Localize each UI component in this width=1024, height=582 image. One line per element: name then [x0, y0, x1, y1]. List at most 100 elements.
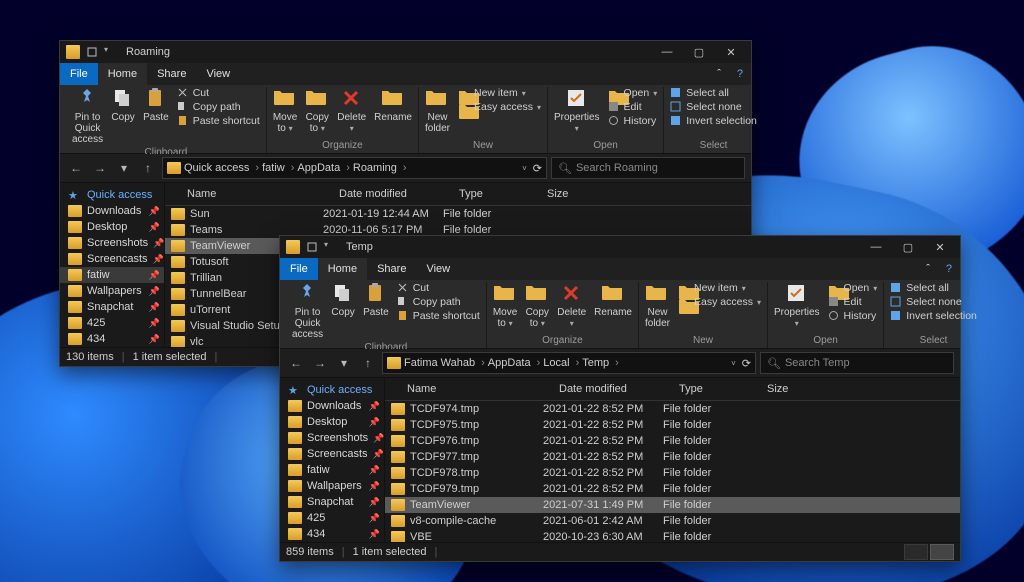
sidebar-item[interactable]: Desktop📌 [60, 219, 164, 235]
tab-file[interactable]: File [280, 258, 318, 280]
sidebar-item[interactable]: 425📌 [60, 315, 164, 331]
delete-button[interactable]: Delete▾ [557, 282, 586, 329]
explorer-window-temp[interactable]: ▾ Temp — ▢ ✕ File Home Share View ˆ ? Pi… [279, 235, 961, 562]
help-icon[interactable]: ? [729, 63, 751, 85]
easy-access-button[interactable]: Easy access ▾ [678, 296, 761, 308]
copy-to-button[interactable]: Copy to ▾ [305, 87, 329, 134]
tab-share[interactable]: Share [147, 63, 196, 85]
crumb[interactable]: Fatima Wahab [404, 357, 485, 369]
crumb[interactable]: Local [543, 357, 579, 369]
table-row[interactable]: TCDF975.tmp 2021-01-22 8:52 PM File fold… [385, 417, 960, 433]
paste-shortcut-button[interactable]: Paste shortcut [177, 115, 260, 127]
nav-forward-icon[interactable]: → [310, 356, 330, 370]
close-button[interactable]: ✕ [717, 42, 745, 62]
nav-up-icon[interactable]: ↑ [358, 356, 378, 370]
invert-selection-button[interactable]: Invert selection [670, 115, 757, 127]
history-button[interactable]: History [608, 115, 658, 127]
sidebar-item[interactable]: Snapchat📌 [60, 299, 164, 315]
copy-button[interactable]: Copy [331, 282, 355, 318]
paste-button[interactable]: Paste [363, 282, 389, 318]
sidebar-item[interactable]: Screencasts📌 [60, 251, 164, 267]
column-headers[interactable]: Name Date modified Type Size [385, 378, 960, 401]
new-item-button[interactable]: New item ▾ [678, 282, 761, 294]
sidebar-item[interactable]: 425📌 [280, 510, 384, 526]
titlebar[interactable]: ▾ Roaming — ▢ ✕ [60, 41, 751, 63]
move-to-button[interactable]: Move to ▾ [493, 282, 517, 329]
breadcrumb-dropdown-icon[interactable]: ˅ [731, 359, 736, 368]
table-row[interactable]: TeamViewer 2021-07-31 1:49 PM File folde… [385, 497, 960, 513]
paste-shortcut-button[interactable]: Paste shortcut [397, 310, 480, 322]
paste-button[interactable]: Paste [143, 87, 169, 123]
minimize-button[interactable]: — [862, 237, 890, 257]
nav-pane[interactable]: ★Quick accessDownloads📌Desktop📌Screensho… [280, 378, 385, 542]
view-large-icon[interactable] [904, 544, 928, 560]
crumb[interactable]: fatiw [262, 162, 294, 174]
col-size[interactable]: Size [767, 383, 827, 395]
column-headers[interactable]: Name Date modified Type Size [165, 183, 751, 206]
pin-quick-access-button[interactable]: Pin to Quick access [292, 282, 323, 340]
qat-dropdown-icon[interactable]: ▾ [104, 45, 118, 59]
edit-button[interactable]: Edit [608, 101, 658, 113]
rename-button[interactable]: Rename [374, 87, 412, 123]
nav-back-icon[interactable]: ← [286, 356, 306, 370]
col-date[interactable]: Date modified [339, 188, 459, 200]
copy-button[interactable]: Copy [111, 87, 135, 123]
table-row[interactable]: v8-compile-cache 2021-06-01 2:42 AM File… [385, 513, 960, 529]
select-none-button[interactable]: Select none [890, 296, 977, 308]
crumb[interactable]: Roaming [353, 162, 407, 174]
refresh-icon[interactable]: ⟳ [742, 357, 751, 370]
col-size[interactable]: Size [547, 188, 607, 200]
sidebar-item[interactable]: Screenshots📌 [280, 430, 384, 446]
qat-dropdown-icon[interactable]: ▾ [324, 240, 338, 254]
sidebar-item[interactable]: Downloads📌 [60, 203, 164, 219]
select-all-button[interactable]: Select all [890, 282, 977, 294]
open-button[interactable]: Open ▾ [608, 87, 658, 99]
breadcrumb[interactable]: Fatima Wahab AppData Local Temp ˅⟳ [382, 352, 756, 374]
copy-to-button[interactable]: Copy to ▾ [525, 282, 549, 329]
copy-path-button[interactable]: Copy path [177, 101, 260, 113]
close-button[interactable]: ✕ [926, 237, 954, 257]
refresh-icon[interactable]: ⟳ [533, 162, 542, 175]
tab-home[interactable]: Home [98, 63, 147, 85]
tab-share[interactable]: Share [367, 258, 416, 280]
nav-history-icon[interactable]: ▾ [114, 161, 134, 175]
crumb[interactable]: AppData [488, 357, 540, 369]
table-row[interactable]: TCDF976.tmp 2021-01-22 8:52 PM File fold… [385, 433, 960, 449]
sidebar-item[interactable]: Desktop📌 [280, 414, 384, 430]
cut-button[interactable]: Cut [397, 282, 480, 294]
crumb[interactable]: Quick access [184, 162, 259, 174]
nav-forward-icon[interactable]: → [90, 161, 110, 175]
col-name[interactable]: Name [165, 188, 339, 200]
new-folder-button[interactable]: New folder [425, 87, 450, 134]
search-input[interactable]: 🔍︎ Search Roaming [551, 157, 745, 179]
search-input[interactable]: 🔍︎ Search Temp [760, 352, 954, 374]
properties-button[interactable]: Properties▾ [554, 87, 600, 134]
tab-view[interactable]: View [416, 258, 460, 280]
table-row[interactable]: TCDF977.tmp 2021-01-22 8:52 PM File fold… [385, 449, 960, 465]
easy-access-button[interactable]: Easy access ▾ [458, 101, 541, 113]
pin-quick-access-button[interactable]: Pin to Quick access [72, 87, 103, 145]
new-item-button[interactable]: New item ▾ [458, 87, 541, 99]
select-all-button[interactable]: Select all [670, 87, 757, 99]
table-row[interactable]: TCDF979.tmp 2021-01-22 8:52 PM File fold… [385, 481, 960, 497]
sidebar-item[interactable]: Wallpapers📌 [60, 283, 164, 299]
open-button[interactable]: Open ▾ [828, 282, 878, 294]
rename-button[interactable]: Rename [594, 282, 632, 318]
nav-history-icon[interactable]: ▾ [334, 356, 354, 370]
table-row[interactable]: TCDF978.tmp 2021-01-22 8:52 PM File fold… [385, 465, 960, 481]
sidebar-item[interactable]: ★Quick access [60, 187, 164, 203]
tab-file[interactable]: File [60, 63, 98, 85]
col-type[interactable]: Type [459, 188, 547, 200]
breadcrumb[interactable]: Quick access fatiw AppData Roaming ˅ ⟳ [162, 157, 547, 179]
sidebar-item[interactable]: 434📌 [280, 526, 384, 542]
sidebar-item[interactable]: Downloads📌 [280, 398, 384, 414]
file-list[interactable]: TCDF974.tmp 2021-01-22 8:52 PM File fold… [385, 401, 960, 542]
breadcrumb-dropdown-icon[interactable]: ˅ [522, 164, 527, 173]
sidebar-item[interactable]: fatiw📌 [280, 462, 384, 478]
history-button[interactable]: History [828, 310, 878, 322]
crumb[interactable]: AppData [297, 162, 349, 174]
collapse-ribbon-icon[interactable]: ˆ [709, 63, 729, 85]
cut-button[interactable]: Cut [177, 87, 260, 99]
sidebar-item[interactable]: Snapchat📌 [280, 494, 384, 510]
edit-button[interactable]: Edit [828, 296, 878, 308]
